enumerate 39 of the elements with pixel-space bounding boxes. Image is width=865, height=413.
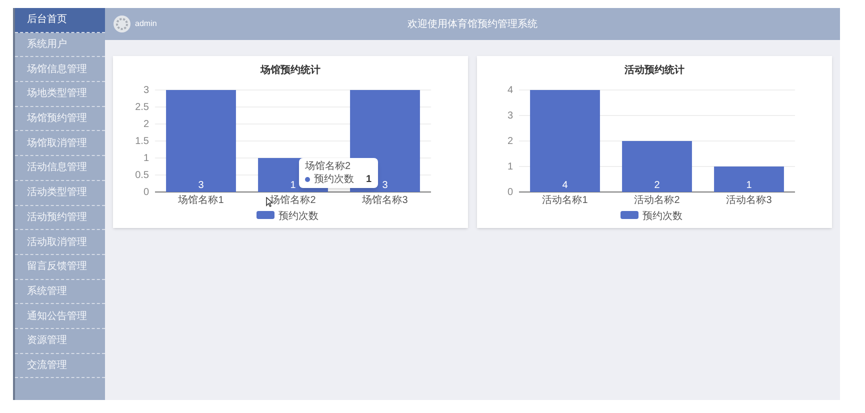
category-label: 场馆名称2: [270, 195, 316, 206]
avatar-icon: [113, 15, 131, 33]
axis-tick-label: 1.5: [135, 136, 149, 147]
axis-tick-label: 1: [143, 153, 149, 164]
category-label: 活动名称2: [634, 195, 680, 206]
tooltip-series: 预约次数: [314, 173, 354, 186]
chart-title: 活动预约统计: [624, 65, 684, 76]
axis-tick-label: 2: [143, 119, 149, 130]
axis-tick-label: 0: [507, 187, 513, 198]
bar-value-label: 4: [562, 180, 568, 191]
legend-item[interactable]: 预约次数: [620, 211, 682, 222]
category-label: 活动名称3: [726, 195, 772, 206]
axis-tick-label: 0: [143, 187, 149, 198]
header-title: 欢迎使用体育馆预约管理系统: [408, 18, 538, 32]
category-label: 场馆名称1: [178, 195, 224, 206]
category-label: 场馆名称3: [362, 195, 408, 206]
bar-value-label: 3: [198, 180, 204, 191]
bar-value-label: 1: [746, 180, 752, 191]
axis-tick-label: 4: [507, 85, 513, 96]
bar-value-label: 1: [290, 180, 296, 191]
axis-tick-label: 1: [507, 162, 513, 172]
axis-tick-label: 3: [507, 110, 513, 122]
category-label: 活动名称1: [542, 195, 588, 206]
bar: [714, 166, 784, 192]
user-name: admin: [135, 18, 158, 30]
legend-item[interactable]: 预约次数: [256, 211, 318, 222]
tooltip-value: 1: [366, 173, 372, 186]
bar-value-label: 3: [382, 180, 388, 191]
legend-label: 预约次数: [642, 210, 682, 222]
sidebar-item[interactable]: 后台首页: [15, 8, 105, 33]
axis-tick-label: 0.5: [135, 170, 149, 181]
legend-label: 预约次数: [278, 210, 318, 222]
bar: [622, 141, 692, 192]
bar-value-label: 2: [654, 180, 660, 191]
tooltip-title: 场馆名称2: [305, 160, 352, 173]
axis-tick-label: 2.5: [135, 102, 149, 113]
chart-title: 场馆预约统计: [260, 65, 320, 76]
axis-tick-label: 2: [507, 136, 513, 147]
axis-tick-label: 3: [143, 85, 149, 96]
